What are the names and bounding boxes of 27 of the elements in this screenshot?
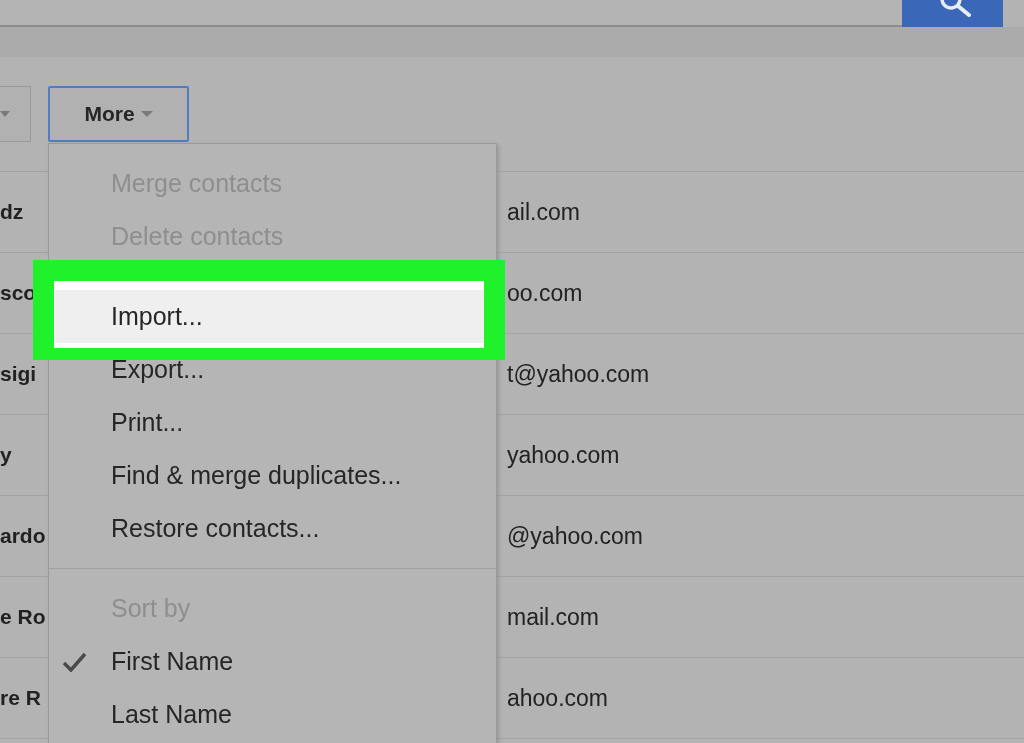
search-icon: [937, 0, 972, 17]
contact-name: ardo: [0, 524, 46, 548]
more-button[interactable]: More: [48, 86, 189, 142]
menu-item[interactable]: First Name: [49, 635, 496, 688]
contact-email: oo.com: [507, 278, 583, 308]
contact-name: dz: [0, 200, 24, 224]
contact-email: @yahoo.com: [507, 521, 643, 551]
menu-item[interactable]: Last Name: [49, 688, 496, 741]
menu-item[interactable]: Export...: [49, 343, 496, 396]
dropdown-button[interactable]: [0, 86, 31, 142]
check-icon: [62, 651, 87, 672]
search-button[interactable]: [902, 0, 1003, 27]
contact-email: mail.com: [507, 602, 599, 632]
menu-item[interactable]: Import...: [55, 290, 484, 343]
contact-email: ahoo.com: [507, 683, 608, 713]
contact-email: ail.com: [507, 197, 580, 227]
contact-name: y: [0, 443, 12, 467]
menu-item[interactable]: Restore contacts...: [49, 502, 496, 555]
contact-name: sigi: [0, 362, 37, 386]
caret-icon: [140, 111, 153, 117]
contact-name: e Ro: [0, 605, 46, 629]
contact-email: t@yahoo.com: [507, 359, 650, 389]
menu-item[interactable]: Print...: [49, 396, 496, 449]
menu-item[interactable]: Find & merge duplicates...: [49, 449, 496, 502]
contact-name: re R: [0, 686, 41, 710]
contact-email: yahoo.com: [507, 440, 620, 470]
caret-icon: [0, 111, 10, 117]
